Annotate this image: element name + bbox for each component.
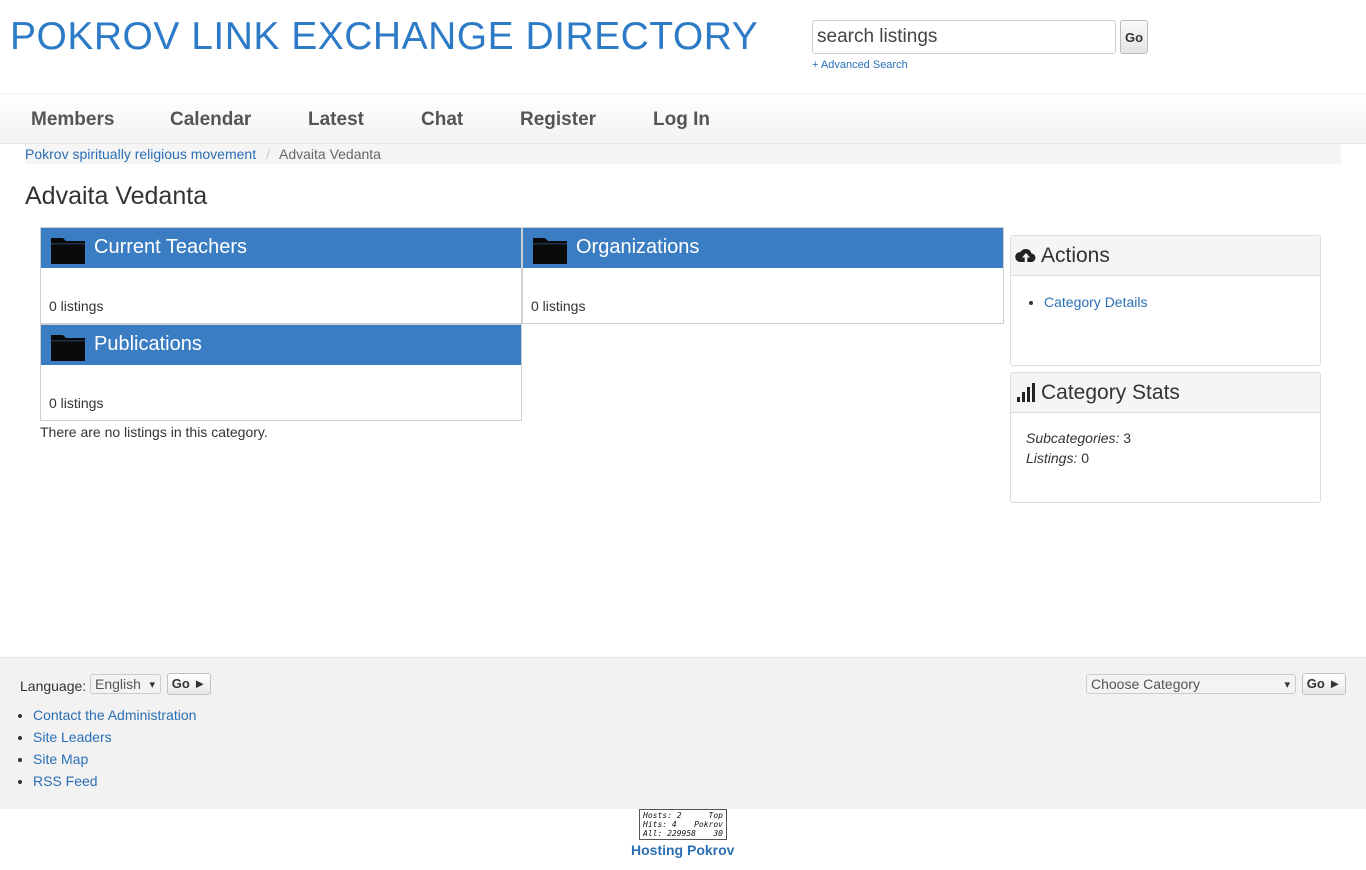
stat-value: 0 (1081, 450, 1090, 466)
actions-panel: Actions Category Details (1010, 235, 1321, 366)
counter-all-value: 229958 (667, 829, 696, 838)
category-listing-count: 0 listings (531, 298, 586, 314)
actions-list: Category Details (1044, 294, 1148, 310)
list-item: Category Details (1044, 294, 1148, 310)
breadcrumb-separator: / (266, 146, 270, 162)
counter-top-label: Top (708, 811, 723, 820)
nav-calendar[interactable]: Calendar (170, 109, 251, 131)
stat-label: Listings: (1026, 450, 1078, 466)
stats-panel-header: Category Stats (1011, 373, 1320, 413)
search-go-button[interactable]: Go (1120, 20, 1148, 54)
footer-links: Contact the Administration Site Leaders … (33, 704, 196, 792)
site-map-link[interactable]: Site Map (33, 751, 88, 767)
hit-counter-badge[interactable]: Hosts: 2 Top Hits: 4 Pokrov All: 229958 … (639, 809, 727, 840)
category-header[interactable]: Publications (41, 325, 521, 365)
category-details-link[interactable]: Category Details (1044, 294, 1148, 310)
nav-members[interactable]: Members (31, 109, 114, 131)
stat-label: Subcategories: (1026, 430, 1120, 446)
cloud-upload-icon (1015, 249, 1036, 263)
page-title: Advaita Vedanta (25, 182, 208, 210)
actions-panel-title: Actions (1041, 244, 1110, 267)
list-item: RSS Feed (33, 770, 196, 792)
nav-login[interactable]: Log In (653, 109, 710, 131)
breadcrumb-current: Advaita Vedanta (278, 146, 381, 162)
category-listing-count: 0 listings (49, 395, 104, 411)
category-go-button[interactable]: Go ► (1302, 673, 1346, 695)
contact-admin-link[interactable]: Contact the Administration (33, 707, 196, 723)
actions-panel-header: Actions (1011, 236, 1320, 276)
counter-all-label: All: (643, 829, 663, 838)
counter-rank: 30 (713, 829, 723, 838)
category-tile-current-teachers[interactable]: Current Teachers 0 listings (40, 227, 522, 324)
category-selected: Choose Category (1091, 676, 1200, 692)
category-listing-count: 0 listings (49, 298, 104, 314)
chevron-down-icon: ▾ (1284, 679, 1290, 691)
counter-hits-label: Hits: (643, 820, 668, 829)
search-input[interactable] (812, 20, 1116, 54)
category-header[interactable]: Current Teachers (41, 228, 521, 268)
rss-feed-link[interactable]: RSS Feed (33, 773, 98, 789)
category-tile-publications[interactable]: Publications 0 listings (40, 324, 522, 421)
hosting-pokrov-link[interactable]: Hosting Pokrov (631, 842, 734, 858)
folder-icon (51, 238, 85, 264)
language-selected: English (95, 676, 141, 692)
list-item: Site Map (33, 748, 196, 770)
category-stats-panel: Category Stats Subcategories: 3 Listings… (1010, 372, 1321, 503)
breadcrumb: Pokrov spiritually religious movement / Ad… (25, 144, 1341, 164)
category-link[interactable]: Publications (94, 333, 202, 356)
stat-listings: Listings: 0 (1026, 450, 1089, 466)
stats-panel-title: Category Stats (1041, 381, 1180, 404)
nav-latest[interactable]: Latest (308, 109, 364, 131)
category-tile-organizations[interactable]: Organizations 0 listings (522, 227, 1004, 324)
nav-register[interactable]: Register (520, 109, 596, 131)
category-header[interactable]: Organizations (523, 228, 1003, 268)
footer: Language: English ▾ Go ► Choose Category… (0, 657, 1366, 809)
stat-value: 3 (1123, 430, 1132, 446)
no-listings-message: There are no listings in this category. (40, 424, 268, 440)
breadcrumb-parent-link[interactable]: Pokrov spiritually religious movement (25, 146, 256, 162)
language-label: Language: (20, 678, 87, 694)
counter-top-name: Pokrov (694, 820, 723, 829)
site-leaders-link[interactable]: Site Leaders (33, 729, 112, 745)
category-link[interactable]: Current Teachers (94, 236, 247, 259)
bar-chart-icon (1017, 383, 1035, 402)
advanced-search-link[interactable]: + Advanced Search (812, 59, 908, 71)
stat-subcategories: Subcategories: 3 (1026, 430, 1131, 446)
folder-icon (533, 238, 567, 264)
site-title[interactable]: POKROV LINK EXCHANGE DIRECTORY (10, 15, 758, 59)
counter-hosts-label: Hosts: (643, 811, 672, 820)
nav-chat[interactable]: Chat (421, 109, 463, 131)
counter-hosts-value: 2 (676, 811, 682, 820)
chevron-down-icon: ▾ (149, 679, 155, 691)
list-item: Contact the Administration (33, 704, 196, 726)
language-go-button[interactable]: Go ► (167, 673, 211, 695)
category-link[interactable]: Organizations (576, 236, 699, 259)
folder-icon (51, 335, 85, 361)
language-select[interactable]: English ▾ (90, 674, 161, 694)
main-nav: Members Calendar Latest Chat Register Lo… (0, 93, 1366, 144)
counter-hits-value: 4 (671, 820, 677, 829)
list-item: Site Leaders (33, 726, 196, 748)
category-select[interactable]: Choose Category ▾ (1086, 674, 1296, 694)
